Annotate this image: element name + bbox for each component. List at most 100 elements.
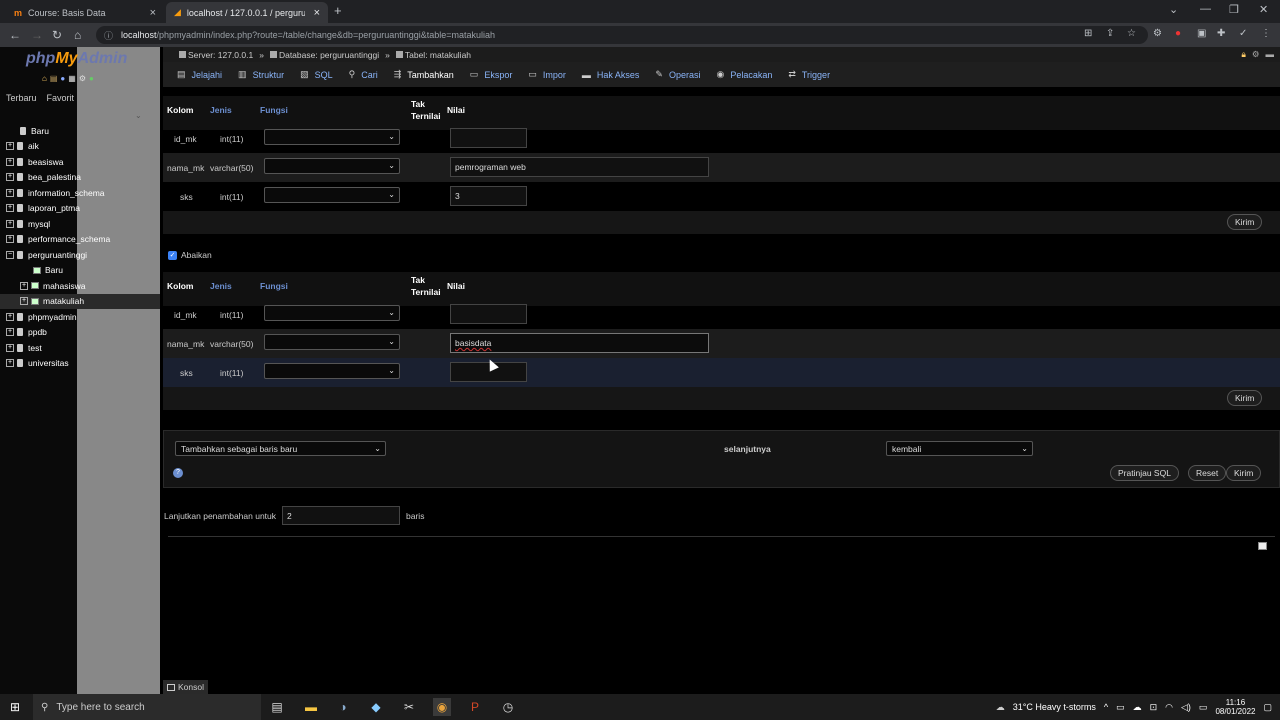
tree-item-db[interactable]: + phpmyadmin — [0, 309, 160, 325]
expand-icon[interactable]: + — [6, 235, 14, 244]
menu-export[interactable]: ▭ Ekspor — [462, 62, 521, 87]
bookmark-star-icon[interactable]: ☆ — [1127, 28, 1136, 39]
value-input[interactable] — [450, 304, 527, 324]
submit-button[interactable]: Kirim — [1226, 465, 1262, 481]
usb-icon[interactable]: ⊡ — [1150, 702, 1158, 713]
extension-b-icon[interactable]: ▣ — [1197, 28, 1206, 39]
collapse-top-icon[interactable]: ▬ — [1266, 49, 1275, 60]
ignore-checkbox[interactable]: ✓ — [168, 250, 177, 260]
tree-item-table[interactable]: + mahasiswa — [0, 278, 160, 294]
menu-privileges[interactable]: ▬ Hak Akses — [574, 62, 648, 87]
expand-icon[interactable]: + — [6, 219, 14, 228]
lock-icon[interactable]: 🔒︎ — [1241, 49, 1246, 60]
preview-sql-button[interactable]: Pratinjau SQL — [1110, 465, 1179, 481]
settings-icon[interactable]: ⚙ — [79, 74, 86, 83]
weather-text[interactable]: 31°C Heavy t-storms — [1013, 702, 1096, 712]
file-explorer-icon[interactable]: ▬ — [302, 698, 320, 716]
expand-icon[interactable]: + — [6, 188, 14, 197]
chevron-up-icon[interactable]: ^ — [1104, 702, 1108, 712]
expand-icon[interactable]: + — [6, 204, 14, 213]
expand-icon[interactable]: + — [6, 312, 14, 321]
tree-item-db[interactable]: + ppdb — [0, 325, 160, 341]
task-view-icon[interactable]: ▤ — [268, 698, 286, 716]
expand-icon[interactable]: + — [20, 297, 28, 306]
continue-count-input[interactable]: 2 — [282, 506, 401, 525]
tree-item-db[interactable]: + information_schema — [0, 185, 160, 201]
battery-icon[interactable]: ▭ — [1199, 702, 1208, 713]
collapse-tree-icon[interactable]: − — [6, 250, 14, 259]
tree-item-db-open[interactable]: − perguruantinggi — [0, 247, 160, 263]
settings-icon[interactable]: ⚙ — [1252, 49, 1260, 60]
notification-icon[interactable]: ▢ — [1263, 702, 1272, 713]
expand-icon[interactable]: + — [6, 359, 14, 368]
expand-icon[interactable]: + — [20, 281, 28, 290]
reset-button[interactable]: Reset — [1188, 465, 1227, 481]
forward-button[interactable]: → — [31, 28, 43, 42]
menu-structure[interactable]: ▥ Struktur — [230, 62, 292, 87]
docs-icon[interactable]: ▦ — [68, 74, 76, 83]
value-input-focused[interactable]: basisdata — [450, 333, 709, 353]
restore-button[interactable]: ❐ — [1229, 3, 1239, 16]
reload-icon[interactable]: ● — [89, 74, 94, 83]
tree-item-db[interactable]: + universitas — [0, 356, 160, 372]
tree-item-db[interactable]: + laporan_ptma — [0, 201, 160, 217]
function-select[interactable]: ⌄ — [264, 158, 400, 174]
minimize-button[interactable]: — — [1200, 3, 1211, 15]
close-icon[interactable]: × — [314, 7, 320, 19]
breadcrumb-database[interactable]: Database: perguruantinggi — [269, 50, 379, 60]
app-icon[interactable]: ◆ — [367, 698, 385, 716]
tree-item-db[interactable]: + mysql — [0, 216, 160, 232]
tab-favorites[interactable]: Favorit — [47, 93, 75, 103]
value-input[interactable]: pemrograman web — [450, 157, 709, 177]
menu-operations[interactable]: ✎ Operasi — [647, 62, 708, 87]
expand-icon[interactable]: + — [6, 157, 14, 166]
menu-search[interactable]: ⚲ Cari — [341, 62, 386, 87]
function-select[interactable]: ⌄ — [264, 363, 400, 379]
tree-item-table-active[interactable]: + matakuliah — [0, 293, 160, 309]
menu-sql[interactable]: ▧ SQL — [292, 62, 341, 87]
menu-import[interactable]: ▭ Impor — [520, 62, 574, 87]
network-icon[interactable]: ▭ — [1116, 702, 1125, 713]
tab-search-icon[interactable]: ⌄ — [1169, 3, 1178, 16]
function-select[interactable]: ⌄ — [264, 334, 400, 350]
after-insert-select[interactable]: kembali ⌄ — [886, 441, 1033, 456]
wifi-icon[interactable]: ◠ — [1165, 702, 1173, 713]
expand-icon[interactable]: + — [6, 343, 14, 352]
help-icon[interactable]: ● — [60, 74, 65, 83]
close-icon[interactable]: × — [150, 7, 156, 19]
clock[interactable]: 11:16 08/01/2022 — [1215, 698, 1255, 716]
expand-icon[interactable]: + — [6, 173, 14, 182]
collapse-icon[interactable]: ⌄ — [135, 111, 142, 120]
breadcrumb-table[interactable]: Tabel: matakuliah — [395, 50, 471, 60]
logout-icon[interactable]: ▤ — [50, 74, 58, 83]
profile-icon[interactable]: ✓ — [1239, 28, 1247, 39]
browser-tab-2[interactable]: ◢ localhost / 127.0.0.1 / perguruan × — [166, 2, 328, 23]
tree-item-db[interactable]: + beasiswa — [0, 154, 160, 170]
taskbar-search[interactable]: ⚲ Type here to search — [33, 694, 261, 720]
expand-icon[interactable]: + — [6, 328, 14, 337]
tree-item-db[interactable]: + performance_schema — [0, 232, 160, 248]
windows-start-icon[interactable]: ⊞ — [10, 700, 20, 714]
url-input[interactable]: ⓘ localhost/phpmyadmin/index.php?route=/… — [96, 26, 1148, 44]
tree-item-db[interactable]: + aik — [0, 139, 160, 155]
new-tab-button[interactable]: + — [334, 3, 342, 18]
weather-icon[interactable]: ☁ — [996, 702, 1005, 713]
tree-item-new-table[interactable]: Baru — [0, 263, 160, 279]
home-icon[interactable]: ⌂ — [42, 74, 47, 83]
volume-icon[interactable]: ◁) — [1181, 702, 1191, 713]
menu-insert[interactable]: ⇶ Tambahkan — [386, 62, 462, 87]
page-settings-icon[interactable] — [1258, 542, 1267, 550]
breadcrumb-server[interactable]: Server: 127.0.0.1 — [179, 50, 253, 60]
close-window-button[interactable]: ✕ — [1259, 3, 1268, 16]
sync-icon[interactable]: ☁ — [1133, 702, 1142, 713]
reload-button[interactable]: ↻ — [52, 28, 62, 42]
chrome-icon[interactable]: ◉ — [433, 698, 451, 716]
menu-triggers[interactable]: ⇄ Trigger — [780, 62, 838, 87]
tab-recent[interactable]: Terbaru — [6, 93, 37, 103]
home-button[interactable]: ⌂ — [74, 28, 81, 42]
clock-app-icon[interactable]: ◷ — [499, 698, 517, 716]
back-button[interactable]: ← — [9, 28, 21, 42]
phpmyadmin-logo[interactable]: phpMyAdmin — [26, 50, 127, 68]
expand-icon[interactable]: + — [6, 142, 14, 151]
console-toggle[interactable]: Konsol — [163, 680, 208, 694]
